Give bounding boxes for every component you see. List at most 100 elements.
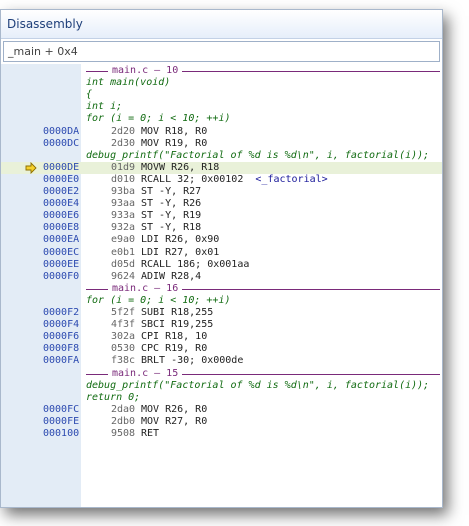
instruction-line[interactable]: 0000EE d05d RCALL 186; 0x001aa — [1, 259, 442, 271]
mnemonic: MOV R27, R0 — [141, 415, 208, 427]
source-line[interactable]: int i; — [1, 101, 442, 113]
instruction-text: LDI R26, 0x90 — [141, 234, 219, 246]
mnemonic: RCALL 32; 0x00102 — [141, 173, 244, 185]
mnemonic: LDI R27, 0x01 — [141, 246, 220, 258]
source-line[interactable]: debug_printf("Factorial of %d is %d\n", … — [1, 380, 442, 392]
instruction-text: ST -Y, R27 — [141, 186, 201, 198]
source-line[interactable]: int main(void) — [1, 77, 442, 89]
mnemonic: MOVW R26, R18 — [141, 161, 220, 173]
mnemonic: CPC R19, R0 — [141, 343, 208, 355]
instruction-line[interactable]: 0000F4 4f3f SBCI R19,255 — [1, 319, 442, 331]
instruction-line[interactable]: 0000DC 2d30 MOV R19, R0 — [1, 138, 442, 150]
opcode: 932a — [111, 222, 136, 234]
instruction-line[interactable]: 0000EC e0b1 LDI R27, 0x01 — [1, 247, 442, 259]
opcode: 2d20 — [111, 125, 136, 137]
instruction-address: 0000E4 — [43, 198, 80, 210]
mnemonic: ST -Y, R26 — [141, 198, 202, 210]
instruction-address: 0000F0 — [43, 270, 80, 282]
mnemonic: ADIW R28,4 — [141, 270, 202, 282]
current-instruction-line[interactable]: 0000DE 01d9 MOVW R26, R18 — [1, 161, 442, 174]
instruction-address: 0000EE — [43, 258, 80, 270]
instruction-line[interactable]: 0000F0 9624 ADIW R28,4 — [1, 271, 442, 283]
instruction-text: RET — [141, 428, 159, 440]
disassembly-window: Disassembly _main + 0x4 main.c — 10 int m… — [0, 9, 443, 508]
instruction-line[interactable]: 0000E8 932a ST -Y, R18 — [1, 222, 442, 234]
yellow-arrow-icon — [25, 161, 37, 174]
source-text: { — [86, 89, 93, 101]
instruction-text: MOVW R26, R18 — [141, 162, 219, 174]
instruction-line[interactable]: 0000E2 93ba ST -Y, R27 — [1, 186, 442, 198]
instruction-line[interactable]: 0000FE 2db0 MOV R27, R0 — [1, 416, 442, 428]
instruction-address: 0000F8 — [43, 343, 80, 355]
opcode: d010 — [111, 173, 136, 185]
instruction-line[interactable]: 0000E4 93aa ST -Y, R26 — [1, 198, 442, 210]
window-title: Disassembly — [1, 10, 442, 39]
instruction-line[interactable]: 0000DA 2d20 MOV R18, R0 — [1, 126, 442, 138]
instruction-address: 0000EA — [43, 234, 80, 246]
instruction-line[interactable]: 0000FC 2da0 MOV R26, R0 — [1, 404, 442, 416]
instruction-address: 0000DA — [43, 125, 80, 137]
opcode: 2da0 — [111, 403, 136, 415]
source-line[interactable]: for (i = 0; i < 10; ++i) — [1, 113, 442, 125]
instruction-address: 000100 — [43, 428, 80, 439]
symbol-label[interactable]: <_factorial> — [255, 174, 327, 185]
source-text: for (i = 0; i < 10; ++i) — [86, 294, 231, 306]
instruction-text: LDI R27, 0x01 — [141, 247, 219, 259]
mnemonic: ST -Y, R27 — [141, 186, 202, 197]
mnemonic: ST -Y, R18 — [141, 222, 202, 234]
source-text: int i; — [86, 101, 123, 113]
instruction-address: 0000E6 — [43, 210, 80, 222]
instruction-line[interactable]: 0000F2 5f2f SUBI R18,255 — [1, 307, 442, 319]
instruction-text: ST -Y, R26 — [141, 198, 201, 210]
opcode: 01d9 — [111, 161, 136, 173]
instruction-text: MOV R19, R0 — [141, 138, 207, 150]
mnemonic: SUBI R18,255 — [141, 307, 214, 318]
source-file-separator[interactable]: main.c — 16 — [1, 282, 442, 295]
instruction-line[interactable]: 000100 9508 RET — [1, 428, 442, 440]
opcode: 302a — [111, 331, 136, 343]
instruction-line[interactable]: 0000F8 0530 CPC R19, R0 — [1, 343, 442, 355]
location-input[interactable]: _main + 0x4 — [3, 41, 440, 62]
source-file-separator[interactable]: main.c — 15 — [1, 367, 442, 380]
opcode: 4f3f — [111, 319, 136, 331]
instruction-text: ST -Y, R19 — [141, 210, 201, 222]
instruction-text: RCALL 186; 0x001aa — [141, 259, 249, 271]
opcode: e0b1 — [111, 246, 136, 258]
instruction-line[interactable]: 0000E0 d010 RCALL 32; 0x00102 <_factorial> — [1, 174, 442, 186]
instruction-text: MOV R27, R0 — [141, 416, 207, 428]
instruction-address: 0000DE — [43, 161, 80, 173]
separator-label: main.c — 10 — [108, 65, 183, 77]
source-line[interactable]: for (i = 0; i < 10; ++i) — [1, 295, 442, 307]
instruction-text: SBCI R19,255 — [141, 319, 213, 331]
source-text: debug_printf("Factorial of %d is %d\n", … — [86, 149, 430, 161]
instruction-text: BRLT -30; 0x000de — [141, 355, 243, 367]
mnemonic: ST -Y, R19 — [141, 210, 202, 222]
opcode: 0530 — [111, 343, 136, 355]
opcode: 5f2f — [111, 307, 136, 318]
instruction-text: ST -Y, R18 — [141, 222, 201, 234]
instruction-line[interactable]: 0000FA f38c BRLT -30; 0x000de — [1, 355, 442, 367]
opcode: 2d30 — [111, 137, 136, 149]
source-file-separator[interactable]: main.c — 10 — [1, 65, 442, 77]
disassembly-listing[interactable]: main.c — 10 int main(void){int i; for (i =… — [1, 64, 442, 507]
source-text: int main(void) — [86, 77, 171, 89]
instruction-address: 0000DC — [43, 137, 80, 149]
separator-label: main.c — 15 — [108, 367, 183, 380]
mnemonic: MOV R18, R0 — [141, 125, 208, 137]
instruction-line[interactable]: 0000F6 302a CPI R18, 10 — [1, 331, 442, 343]
instruction-text: SUBI R18,255 — [141, 307, 213, 319]
source-line[interactable]: debug_printf("Factorial of %d is %d\n", … — [1, 150, 442, 162]
mnemonic: LDI R26, 0x90 — [141, 234, 220, 246]
instruction-line[interactable]: 0000E6 933a ST -Y, R19 — [1, 210, 442, 222]
instruction-line[interactable]: 0000EA e9a0 LDI R26, 0x90 — [1, 234, 442, 246]
instruction-address: 0000E2 — [43, 186, 80, 197]
opcode: 933a — [111, 210, 136, 222]
source-line[interactable]: return 0; — [1, 392, 442, 404]
instruction-address: 0000FA — [43, 355, 80, 367]
instruction-address: 0000E8 — [43, 222, 80, 234]
opcode: 2db0 — [111, 415, 136, 427]
opcode: f38c — [111, 355, 136, 367]
source-line[interactable]: { — [1, 89, 442, 101]
separator-label: main.c — 16 — [108, 282, 183, 295]
opcode: d05d — [111, 258, 136, 270]
